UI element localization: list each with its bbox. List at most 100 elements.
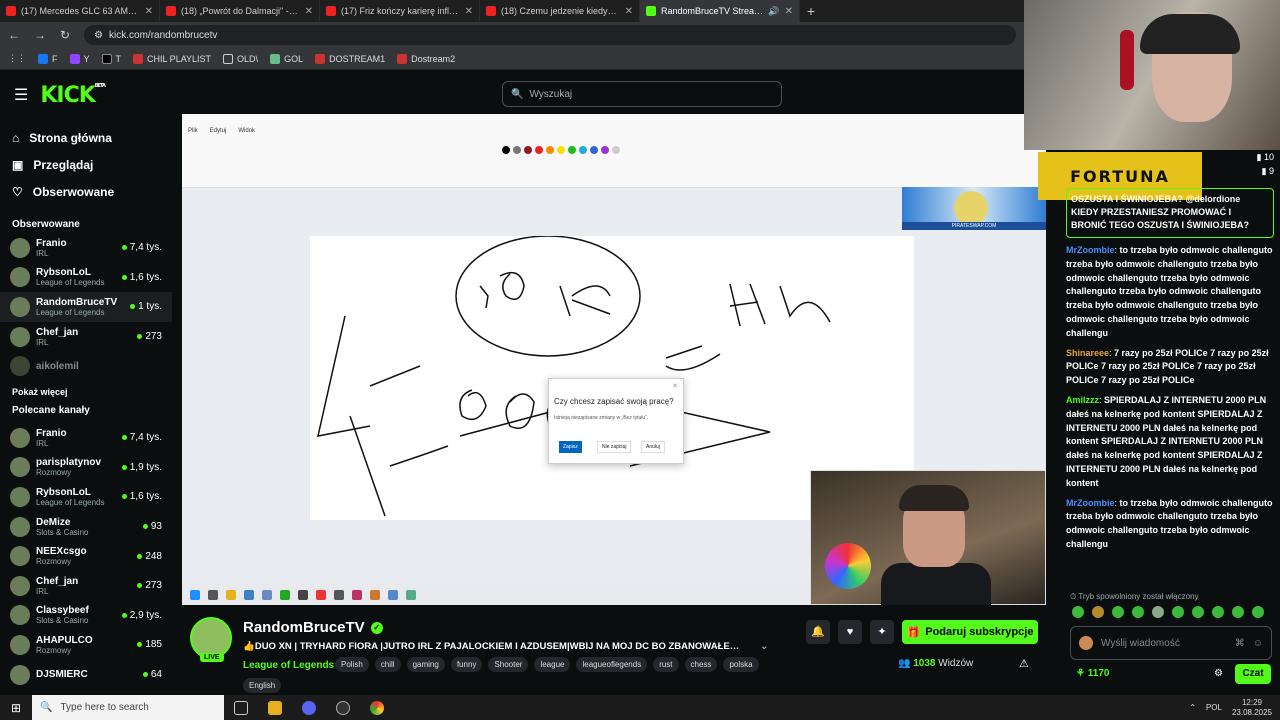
emote-icon[interactable] bbox=[1172, 606, 1184, 618]
close-tab-icon[interactable]: ✕ bbox=[465, 6, 473, 17]
tag[interactable]: Shooter bbox=[488, 657, 529, 672]
browser-tab[interactable]: (17) Friz kończy karierę influenc ✕ bbox=[320, 0, 480, 22]
sidebar-channel[interactable]: Classybeef Slots & Casino 2,9 tys. bbox=[0, 601, 172, 631]
emote-icon[interactable] bbox=[1072, 606, 1084, 618]
emote-icon[interactable] bbox=[1112, 606, 1124, 618]
dialog-close-icon[interactable]: ✕ bbox=[672, 382, 678, 390]
bookmark[interactable]: T bbox=[101, 53, 121, 64]
sidebar-channel[interactable]: DeMize Slots & Casino 93 bbox=[0, 512, 172, 542]
bell-icon[interactable]: 🔔 bbox=[806, 620, 830, 644]
tray-chevron-icon[interactable]: ⌃ bbox=[1189, 703, 1196, 712]
emote-icon[interactable] bbox=[1152, 606, 1164, 618]
paint-dont-save-button[interactable]: Nie zapisuj bbox=[597, 441, 632, 453]
browser-tab[interactable]: (18) Czemu jedzenie kiedyś było ✕ bbox=[480, 0, 640, 22]
close-tab-icon[interactable]: ✕ bbox=[785, 6, 793, 17]
tag[interactable]: chess bbox=[684, 657, 718, 672]
windows-start-icon[interactable]: ⊞ bbox=[0, 701, 32, 715]
bookmark[interactable]: Dostream2 bbox=[397, 53, 455, 64]
sidebar-channel[interactable]: NEEXcsgo Rozmowy 248 bbox=[0, 541, 172, 571]
chat-send-button[interactable]: Czat bbox=[1235, 664, 1271, 684]
show-more-link[interactable]: Pokaż więcej bbox=[0, 381, 172, 403]
tag[interactable]: chill bbox=[374, 657, 401, 672]
chat-settings-icon[interactable]: ⚙ bbox=[1214, 668, 1223, 679]
kick-logo[interactable]: KICKBETA bbox=[40, 83, 106, 108]
report-icon[interactable]: ⚠ bbox=[1019, 657, 1029, 670]
emote-icon[interactable] bbox=[1132, 606, 1144, 618]
paint-cancel-button[interactable]: Anuluj bbox=[641, 441, 665, 453]
browser-tab[interactable]: (18) „Powrót do Dalmacji" - RO ✕ bbox=[160, 0, 320, 22]
sidebar-channel[interactable]: RybsonLoL League of Legends 1,6 tys. bbox=[0, 482, 172, 512]
speaker-icon[interactable]: 🔊 bbox=[768, 6, 779, 17]
tag[interactable]: funny bbox=[450, 657, 483, 672]
tag[interactable]: rust bbox=[653, 657, 679, 672]
emote-icon[interactable] bbox=[1192, 606, 1204, 618]
tag[interactable]: gaming bbox=[406, 657, 445, 672]
sidebar-channel[interactable]: Franio IRL 7,4 tys. bbox=[0, 423, 172, 453]
emote-icon[interactable] bbox=[1092, 606, 1104, 618]
clip-icon[interactable]: ✦ bbox=[870, 620, 894, 644]
bookmark-folder[interactable]: OLD\ bbox=[223, 53, 258, 64]
nav-home[interactable]: ⌂ Strona główna bbox=[0, 124, 172, 151]
chat-username[interactable]: MrZoombie bbox=[1066, 245, 1115, 255]
obs-icon[interactable] bbox=[326, 695, 360, 720]
sidebar-channel[interactable]: Chef_jan IRL 273 bbox=[0, 322, 172, 352]
chat-username[interactable]: Shinareee bbox=[1066, 348, 1109, 358]
sidebar-channel[interactable]: AHAPULCO Rozmowy 185 bbox=[0, 630, 172, 660]
bookmark[interactable]: F bbox=[38, 53, 58, 64]
language-indicator[interactable]: POL bbox=[1206, 703, 1222, 712]
chat-input[interactable]: Wyślij wiadomość ⌘ ☺ bbox=[1070, 626, 1272, 660]
sidebar-channel[interactable]: Franio IRL 7,4 tys. bbox=[0, 233, 172, 263]
browser-tab-active[interactable]: RandomBruceTV Stream - W🔊✕ bbox=[640, 0, 800, 22]
chevron-down-icon[interactable]: ⌄ bbox=[760, 641, 768, 652]
sidebar-channel[interactable]: RandomBruceTV League of Legends 1 tys. bbox=[0, 292, 172, 322]
new-tab-button[interactable]: + bbox=[800, 3, 822, 19]
sidebar-channel[interactable]: DJSMIERC 64 bbox=[0, 660, 172, 690]
paint-save-button[interactable]: Zapisz bbox=[559, 441, 582, 453]
emote-icon[interactable] bbox=[1212, 606, 1224, 618]
clock[interactable]: 12:29 23.08.2025 bbox=[1232, 698, 1272, 718]
browser-tab[interactable]: (17) Mercedes GLC 63 AMG, czy✕ bbox=[0, 0, 160, 22]
sidebar-channel[interactable]: Chef_jan IRL 273 bbox=[0, 571, 172, 601]
emote-icon[interactable] bbox=[1252, 606, 1264, 618]
site-info-icon[interactable]: ⚙ bbox=[94, 30, 103, 41]
sidebar-channel[interactable]: aikolemil bbox=[0, 351, 172, 381]
url-field[interactable]: ⚙ kick.com/randombrucetv bbox=[84, 25, 1016, 45]
chrome-icon[interactable] bbox=[360, 695, 394, 720]
follow-heart-icon[interactable]: ♥ bbox=[838, 620, 862, 644]
discord-icon[interactable] bbox=[292, 695, 326, 720]
stream-category-link[interactable]: League of Legends bbox=[243, 660, 334, 671]
sidebar-channel[interactable]: parisplatynov Rozmowy 1,9 tys. bbox=[0, 453, 172, 483]
nav-following[interactable]: ♡ Obserwowane bbox=[0, 178, 172, 205]
tag[interactable]: league bbox=[534, 657, 571, 672]
file-explorer-icon[interactable] bbox=[258, 695, 292, 720]
task-view-icon[interactable] bbox=[224, 695, 258, 720]
emote-icon[interactable] bbox=[1232, 606, 1244, 618]
close-tab-icon[interactable]: ✕ bbox=[305, 6, 313, 17]
search-input[interactable]: 🔍 Wyszukaj bbox=[502, 81, 782, 107]
streamer-name[interactable]: RandomBruceTV ✓ bbox=[243, 619, 383, 636]
tag[interactable]: Polish bbox=[335, 657, 369, 672]
menu-icon[interactable]: ☰ bbox=[14, 85, 28, 105]
forward-icon[interactable]: → bbox=[34, 28, 46, 42]
back-icon[interactable]: ← bbox=[8, 28, 20, 42]
close-tab-icon[interactable]: ✕ bbox=[145, 6, 153, 17]
reload-icon[interactable]: ↻ bbox=[60, 28, 70, 42]
close-tab-icon[interactable]: ✕ bbox=[625, 6, 633, 17]
tag[interactable]: polska bbox=[723, 657, 759, 672]
bookmark[interactable]: CHIL PLAYLIST bbox=[133, 53, 211, 64]
tag[interactable]: leagueoflegends bbox=[576, 657, 648, 672]
channel-points[interactable]: ⚘ 1170 bbox=[1076, 668, 1109, 679]
command-icon[interactable]: ⌘ bbox=[1235, 638, 1245, 649]
video-player[interactable]: Plik Edytuj Widok ✕ Czy chcesz zapisać s… bbox=[182, 114, 1046, 605]
chat-username[interactable]: Amilzzz bbox=[1066, 395, 1099, 405]
tag[interactable]: English bbox=[243, 678, 282, 693]
bookmark[interactable]: DOSTREAM1 bbox=[315, 53, 385, 64]
apps-icon[interactable]: ⋮⋮ bbox=[8, 53, 26, 64]
chat-username[interactable]: MrZoombie bbox=[1066, 498, 1115, 508]
sidebar-channel[interactable]: RybsonLoL League of Legends 1,6 tys. bbox=[0, 263, 172, 293]
nav-browse[interactable]: ▣ Przeglądaj bbox=[0, 151, 172, 178]
gift-subscription-button[interactable]: 🎁 Podaruj subskrypcje bbox=[902, 620, 1038, 644]
bookmark[interactable]: Y bbox=[69, 53, 90, 64]
bookmark[interactable]: GOL bbox=[270, 53, 303, 64]
taskbar-search[interactable]: 🔍 Type here to search bbox=[32, 695, 224, 720]
